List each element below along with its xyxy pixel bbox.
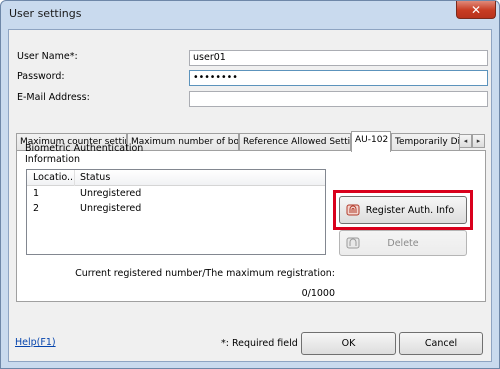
- column-header-location[interactable]: Locatio...: [33, 172, 76, 183]
- user-settings-dialog: User settings ✕ User Name*: user01 Passw…: [0, 0, 500, 369]
- biometric-label-line1: Biometric Authentication: [25, 143, 144, 154]
- email-label: E-Mail Address:: [17, 92, 90, 103]
- row-location: 2: [33, 203, 40, 214]
- tab-temporarily-disabled[interactable]: Temporarily Disa: [391, 133, 460, 151]
- registered-caption: Current registered number/The maximum re…: [75, 268, 335, 279]
- tab-scroll-right-icon[interactable]: ▸: [472, 134, 485, 148]
- tab-scroll-left-icon[interactable]: ◂: [459, 134, 472, 148]
- tab-reference-allowed-setting[interactable]: Reference Allowed Setting: [239, 133, 351, 151]
- list-header: Locatio... Status: [27, 170, 325, 186]
- column-header-status[interactable]: Status: [80, 172, 110, 183]
- required-field-note: *: Required field: [221, 338, 298, 349]
- password-label: Password:: [17, 71, 65, 82]
- help-link[interactable]: Help(F1): [15, 337, 56, 348]
- password-field[interactable]: ••••••••: [189, 70, 488, 86]
- title-bar[interactable]: User settings ✕: [1, 1, 499, 29]
- list-item[interactable]: 2 Unregistered: [27, 202, 325, 216]
- delete-button[interactable]: Delete: [339, 230, 467, 256]
- row-status: Unregistered: [80, 203, 142, 214]
- row-status: Unregistered: [80, 188, 142, 199]
- delete-button-label: Delete: [387, 237, 419, 249]
- biometric-group-label: Biometric Authentication Information: [25, 143, 145, 165]
- auth-info-list[interactable]: Locatio... Status 1 Unregistered 2 Unreg…: [26, 169, 326, 255]
- register-button-label: Register Auth. Info: [365, 204, 455, 216]
- ok-button[interactable]: OK: [301, 332, 396, 355]
- register-auth-info-button[interactable]: Register Auth. Info: [339, 196, 467, 224]
- list-item[interactable]: 1 Unregistered: [27, 187, 325, 201]
- close-button[interactable]: ✕: [456, 1, 496, 19]
- username-field[interactable]: user01: [189, 50, 488, 66]
- dialog-title: User settings: [9, 7, 82, 20]
- close-icon: ✕: [470, 2, 482, 17]
- delete-fingerprint-icon: [346, 237, 360, 249]
- registered-count: 0/1000: [301, 288, 335, 299]
- tab-au-102[interactable]: AU-102: [351, 131, 391, 152]
- username-label: User Name*:: [17, 51, 78, 62]
- cancel-button[interactable]: Cancel: [399, 332, 483, 355]
- fingerprint-icon: [346, 204, 360, 216]
- column-divider[interactable]: [74, 170, 75, 186]
- row-location: 1: [33, 188, 40, 199]
- email-field[interactable]: [189, 91, 488, 107]
- biometric-label-line2: Information: [25, 154, 80, 165]
